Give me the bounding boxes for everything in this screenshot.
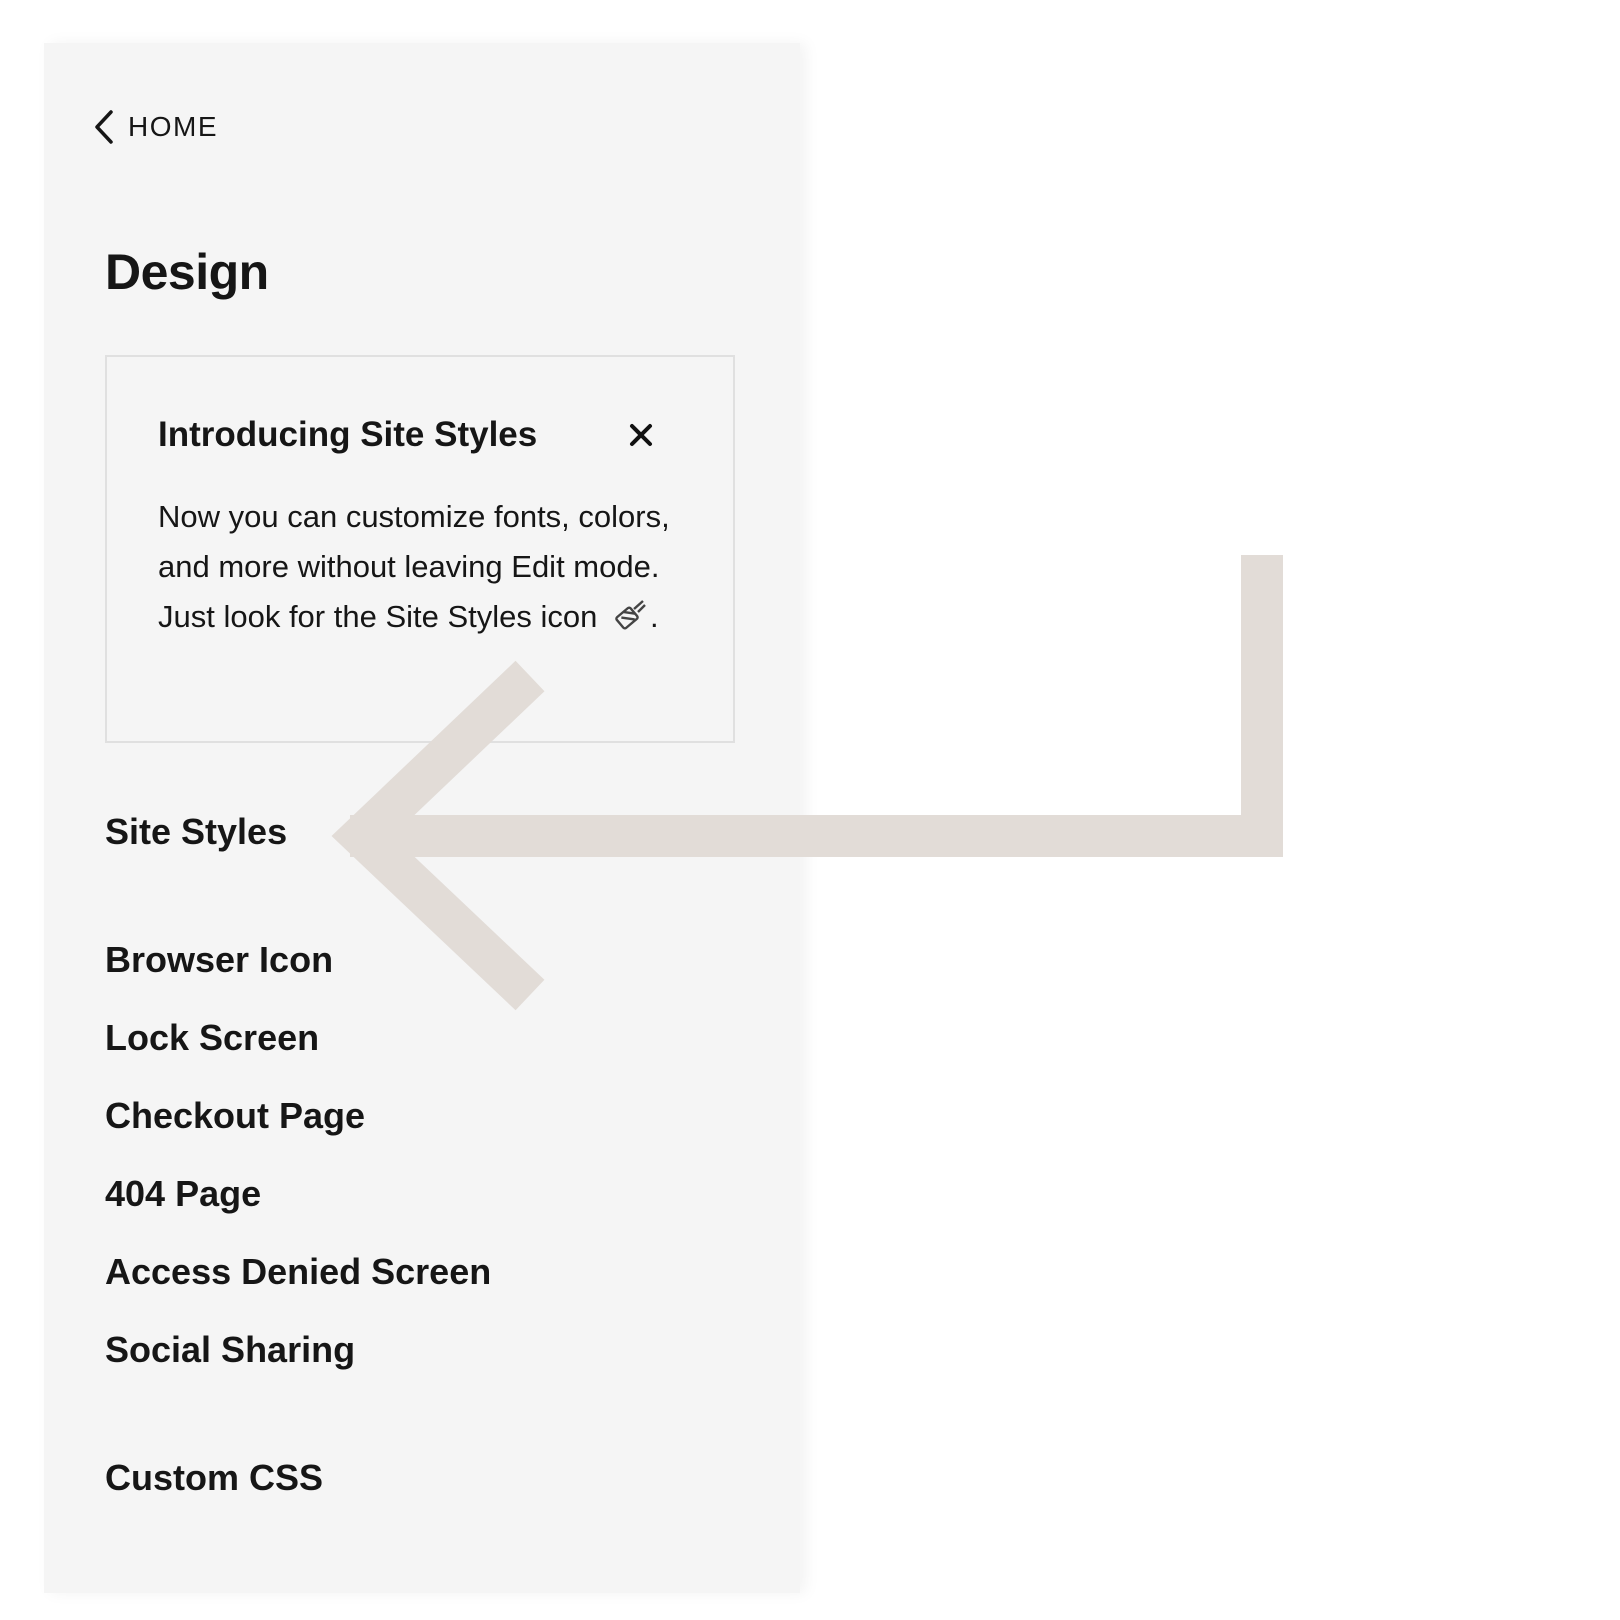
page-title: Design — [105, 244, 269, 300]
paintbrush-icon — [615, 600, 646, 630]
design-panel: HOME Design Introducing Site Styles Now … — [44, 43, 800, 1593]
chevron-left-icon — [95, 110, 113, 144]
back-home-link[interactable]: HOME — [92, 109, 218, 145]
menu-item-custom-css[interactable]: Custom CSS — [105, 1457, 323, 1499]
callout-title: Introducing Site Styles — [158, 415, 538, 454]
menu-item-site-styles[interactable]: Site Styles — [105, 811, 287, 853]
callout-body-end: . — [650, 599, 659, 634]
site-styles-callout: Introducing Site Styles Now you can cust… — [105, 355, 735, 743]
menu-item-404-page[interactable]: 404 Page — [105, 1173, 261, 1215]
menu-item-checkout-page[interactable]: Checkout Page — [105, 1095, 365, 1137]
close-icon[interactable] — [627, 421, 655, 449]
menu-item-social-sharing[interactable]: Social Sharing — [105, 1329, 355, 1371]
callout-body: Now you can customize fonts, colors, and… — [158, 492, 688, 642]
screenshot-stage: HOME Design Introducing Site Styles Now … — [0, 0, 1620, 1620]
menu-item-lock-screen[interactable]: Lock Screen — [105, 1017, 319, 1059]
menu-item-browser-icon[interactable]: Browser Icon — [105, 939, 333, 981]
callout-body-text: Now you can customize fonts, colors, and… — [158, 499, 670, 634]
back-home-label: HOME — [128, 111, 218, 142]
menu-item-access-denied-screen[interactable]: Access Denied Screen — [105, 1251, 491, 1293]
